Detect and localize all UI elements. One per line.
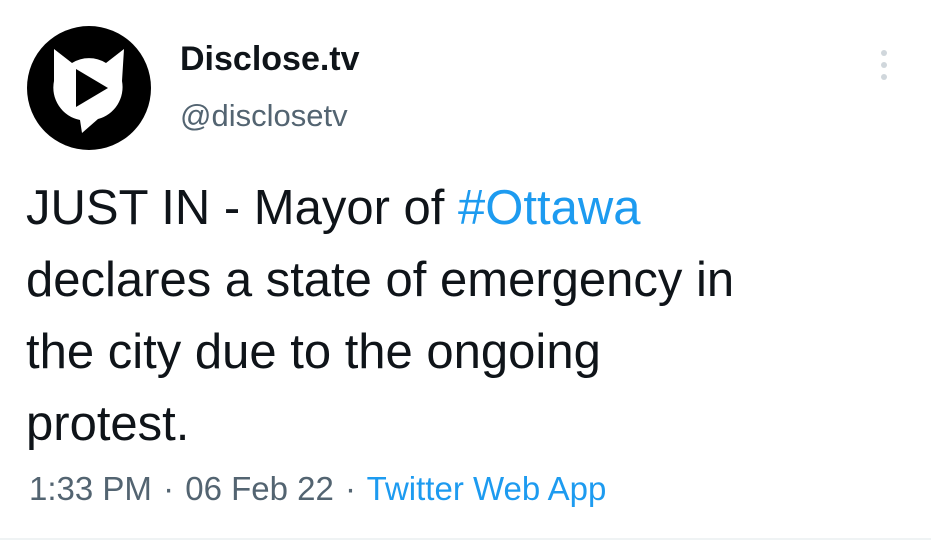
more-vertical-icon[interactable] [870,44,898,86]
play-button-cat-logo-icon [27,26,151,150]
tweet-line-3: the city due to the ongoing [26,325,601,379]
author-display-name[interactable]: Disclose.tv [180,40,360,79]
tweet-date[interactable]: 06 Feb 22 [185,470,334,507]
avatar[interactable] [26,25,152,151]
tweet-source-link[interactable]: Twitter Web App [367,470,607,507]
tweet-metadata: 1:33 PM · 06 Feb 22 · Twitter Web App [29,470,606,508]
author-handle[interactable]: @disclosetv [180,98,348,134]
tweet-line-2: declares a state of emergency in [26,253,735,307]
tweet-time[interactable]: 1:33 PM [29,470,152,507]
tweet-line-4: protest. [26,397,190,451]
separator-dot: · [163,470,175,507]
tweet-text-segment: JUST IN - Mayor of [26,181,459,235]
separator-dot: · [345,470,357,507]
tweet-line-1: JUST IN - Mayor of #Ottawa [26,172,916,244]
tweet-card: Disclose.tv @disclosetv JUST IN - Mayor … [0,0,931,540]
hashtag-link[interactable]: #Ottawa [458,181,640,235]
tweet-text: JUST IN - Mayor of #Ottawa declares a st… [26,172,916,460]
